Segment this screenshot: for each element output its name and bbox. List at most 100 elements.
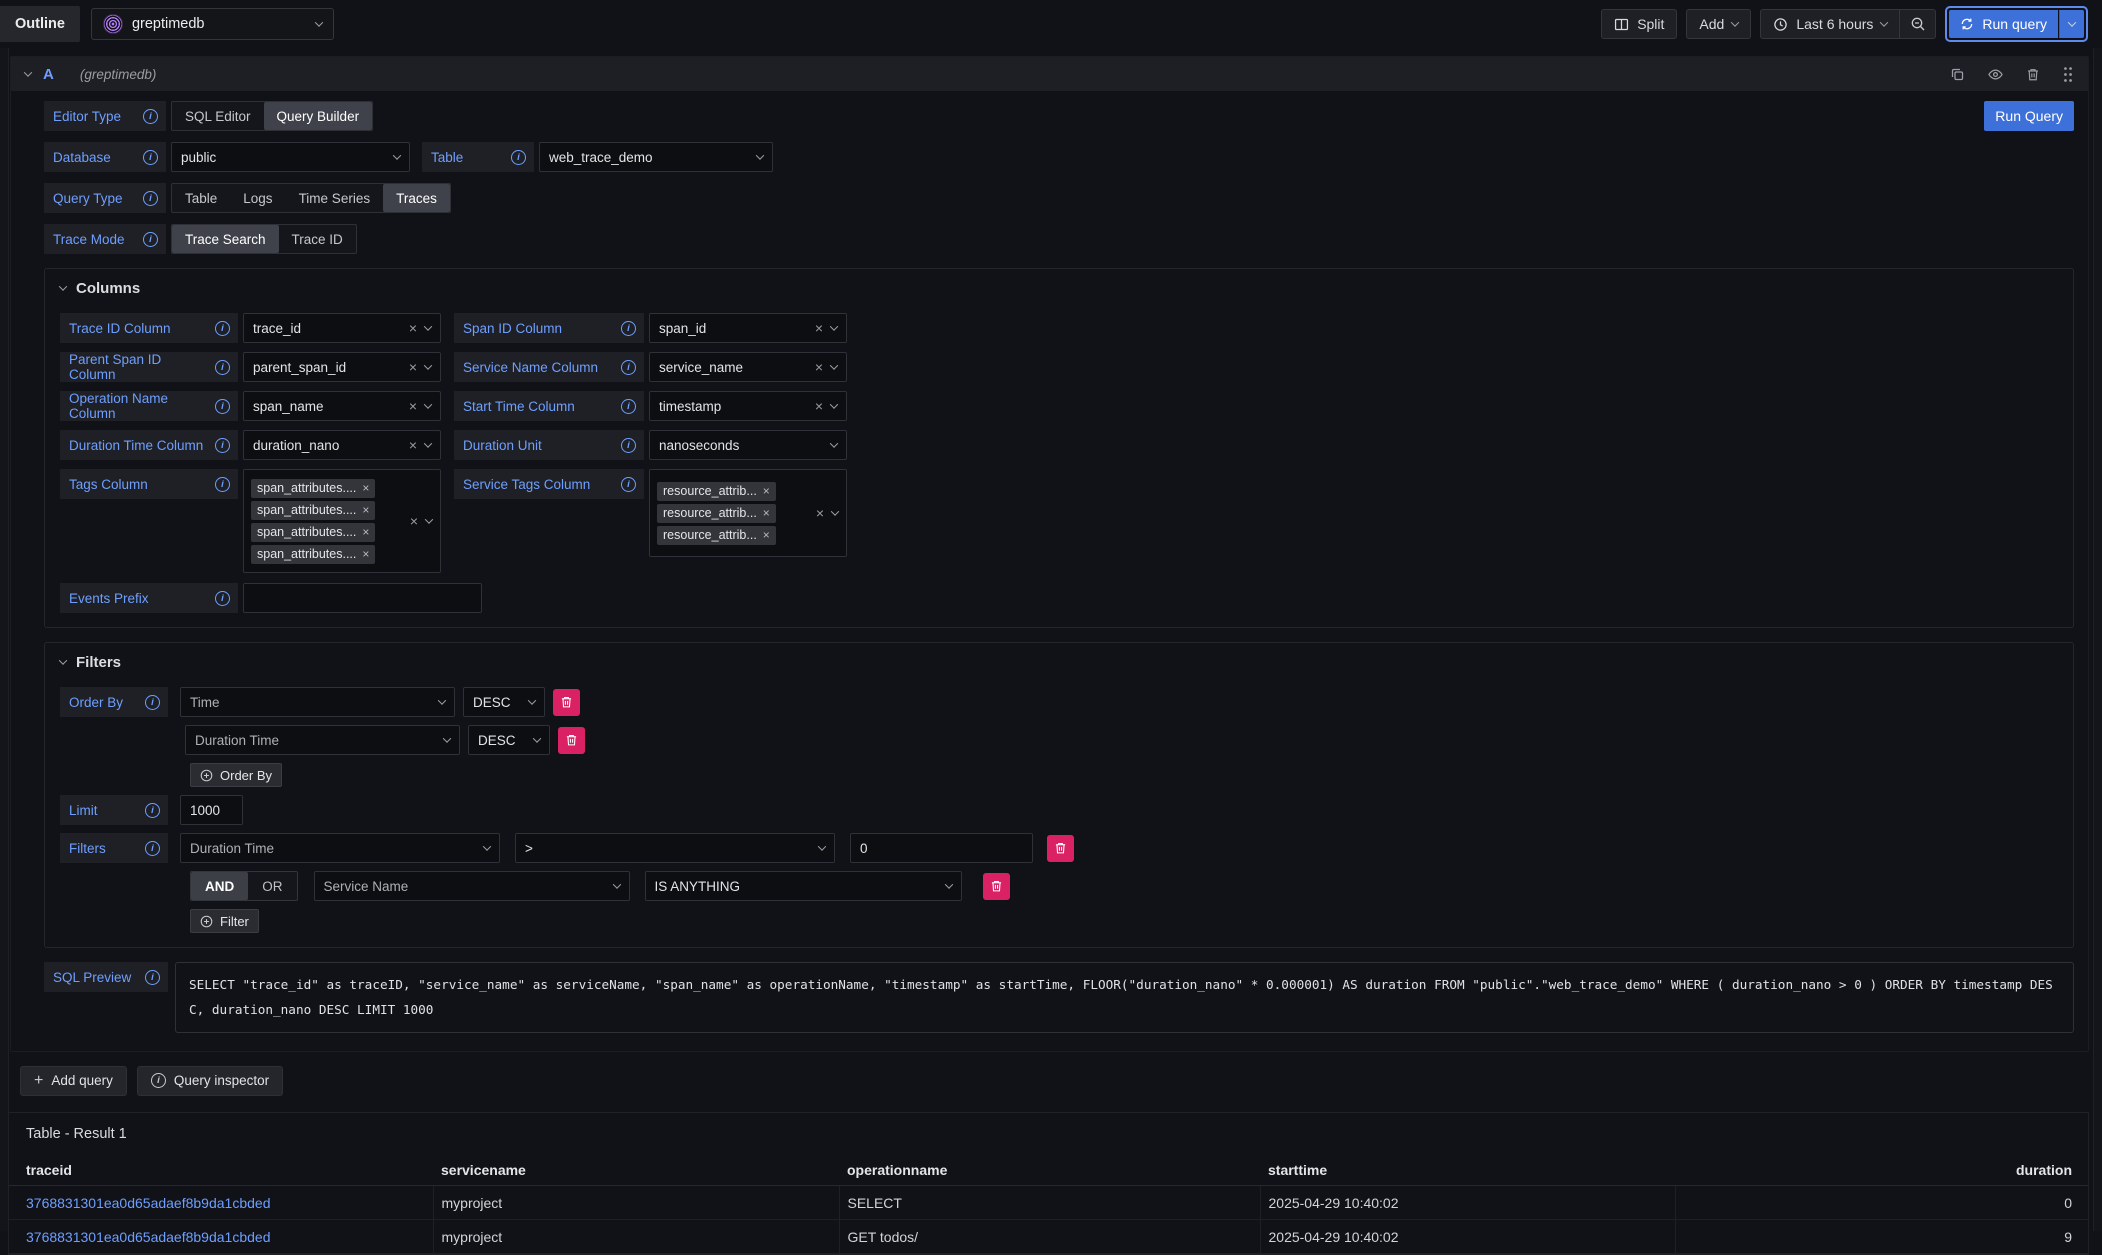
- info-icon[interactable]: i: [145, 841, 160, 856]
- info-icon[interactable]: i: [621, 438, 636, 453]
- info-icon[interactable]: i: [215, 477, 230, 492]
- zoom-out-time-button[interactable]: [1899, 10, 1935, 38]
- filter-operator-select[interactable]: >: [515, 833, 835, 863]
- info-icon[interactable]: i: [215, 360, 230, 375]
- info-icon[interactable]: i: [215, 438, 230, 453]
- info-icon[interactable]: i: [511, 150, 526, 165]
- connector-or[interactable]: OR: [248, 872, 296, 900]
- tab-time-series[interactable]: Time Series: [286, 184, 384, 212]
- table-select[interactable]: web_trace_demo: [539, 142, 773, 172]
- column-header-starttime[interactable]: starttime: [1260, 1154, 1675, 1186]
- run-query-panel-button[interactable]: Run Query: [1984, 101, 2074, 131]
- info-icon[interactable]: i: [143, 150, 158, 165]
- info-icon[interactable]: i: [215, 399, 230, 414]
- tab-table[interactable]: Table: [172, 184, 230, 212]
- remove-icon[interactable]: ×: [362, 526, 369, 538]
- tags-column-multiselect[interactable]: span_attributes....× span_attributes....…: [243, 469, 441, 573]
- tab-query-builder[interactable]: Query Builder: [264, 102, 373, 130]
- trace-id-column-select[interactable]: trace_id ×: [243, 313, 441, 343]
- clear-icon[interactable]: ×: [815, 321, 823, 335]
- filter-value-input[interactable]: [850, 833, 1033, 863]
- columns-section-toggle[interactable]: Columns: [60, 277, 2057, 299]
- span-id-column-select[interactable]: span_id ×: [649, 313, 847, 343]
- service-name-column-select[interactable]: service_name ×: [649, 352, 847, 382]
- clear-all-icon[interactable]: ×: [410, 514, 418, 528]
- remove-icon[interactable]: ×: [362, 548, 369, 560]
- clear-icon[interactable]: ×: [409, 321, 417, 335]
- start-time-column-select[interactable]: timestamp ×: [649, 391, 847, 421]
- filter-operator-select[interactable]: IS ANYTHING: [645, 871, 962, 901]
- split-button[interactable]: Split: [1601, 9, 1677, 39]
- info-icon[interactable]: i: [143, 191, 158, 206]
- datasource-picker[interactable]: greptimedb: [91, 8, 334, 40]
- order-by-field-select[interactable]: Duration Time: [185, 725, 460, 755]
- column-header-servicename[interactable]: servicename: [433, 1154, 839, 1186]
- filter-field-select[interactable]: Service Name: [314, 871, 630, 901]
- filter-field-select[interactable]: Duration Time: [180, 833, 500, 863]
- add-button[interactable]: Add: [1686, 9, 1751, 39]
- info-icon[interactable]: i: [215, 591, 230, 606]
- clear-icon[interactable]: ×: [409, 438, 417, 452]
- service-tags-column-multiselect[interactable]: resource_attrib...× resource_attrib...× …: [649, 469, 847, 557]
- add-filter-button[interactable]: Filter: [190, 909, 259, 933]
- info-icon[interactable]: i: [143, 232, 158, 247]
- tab-trace-id[interactable]: Trace ID: [279, 225, 356, 253]
- clear-icon[interactable]: ×: [409, 399, 417, 413]
- add-query-button[interactable]: + Add query: [20, 1066, 127, 1096]
- remove-icon[interactable]: ×: [362, 504, 369, 516]
- collapse-chevron-icon[interactable]: [24, 68, 32, 76]
- column-header-duration[interactable]: duration: [1675, 1154, 2088, 1186]
- trace-id-link[interactable]: 3768831301ea0d65adaef8b9da1cbded: [26, 1229, 270, 1245]
- remove-icon[interactable]: ×: [763, 529, 770, 541]
- scrollbar-track[interactable]: [2093, 48, 2102, 1231]
- clear-all-icon[interactable]: ×: [816, 506, 824, 520]
- clear-icon[interactable]: ×: [815, 399, 823, 413]
- outline-panel-toggle[interactable]: Outline: [0, 6, 80, 42]
- connector-and[interactable]: AND: [191, 872, 248, 900]
- limit-input[interactable]: [180, 795, 243, 825]
- order-by-field-select[interactable]: Time: [180, 687, 455, 717]
- trace-id-link[interactable]: 3768831301ea0d65adaef8b9da1cbded: [26, 1195, 270, 1211]
- order-by-direction-select[interactable]: DESC: [468, 725, 550, 755]
- delete-filter-button[interactable]: [983, 873, 1010, 900]
- tab-trace-search[interactable]: Trace Search: [172, 225, 279, 253]
- remove-icon[interactable]: ×: [362, 482, 369, 494]
- toggle-visibility-icon[interactable]: [1987, 67, 2004, 82]
- remove-icon[interactable]: ×: [763, 485, 770, 497]
- tab-logs[interactable]: Logs: [230, 184, 285, 212]
- time-range-picker[interactable]: Last 6 hours: [1761, 10, 1899, 38]
- info-icon[interactable]: i: [621, 477, 636, 492]
- duration-unit-select[interactable]: nanoseconds: [649, 430, 847, 460]
- remove-icon[interactable]: ×: [763, 507, 770, 519]
- info-icon[interactable]: i: [143, 109, 158, 124]
- column-header-operationname[interactable]: operationname: [839, 1154, 1260, 1186]
- delete-query-icon[interactable]: [2026, 67, 2040, 82]
- query-inspector-button[interactable]: i Query inspector: [137, 1066, 283, 1096]
- run-query-options-button[interactable]: [2059, 10, 2084, 38]
- info-icon[interactable]: i: [621, 321, 636, 336]
- database-select[interactable]: public: [171, 142, 410, 172]
- filters-section-toggle[interactable]: Filters: [60, 651, 2057, 673]
- operation-name-column-select[interactable]: span_name ×: [243, 391, 441, 421]
- column-header-traceid[interactable]: traceid: [9, 1154, 433, 1186]
- tab-traces[interactable]: Traces: [383, 184, 450, 212]
- info-icon[interactable]: i: [145, 970, 160, 985]
- events-prefix-input[interactable]: [243, 583, 482, 613]
- drag-handle-icon[interactable]: [2062, 66, 2074, 83]
- info-icon[interactable]: i: [145, 803, 160, 818]
- order-by-direction-select[interactable]: DESC: [463, 687, 545, 717]
- duration-time-column-select[interactable]: duration_nano ×: [243, 430, 441, 460]
- duplicate-query-icon[interactable]: [1950, 67, 1965, 82]
- delete-order-by-button[interactable]: [558, 727, 585, 754]
- query-header[interactable]: A (greptimedb): [11, 57, 2088, 91]
- tab-sql-editor[interactable]: SQL Editor: [172, 102, 264, 130]
- info-icon[interactable]: i: [621, 399, 636, 414]
- run-query-button[interactable]: Run query: [1949, 10, 2058, 38]
- delete-filter-button[interactable]: [1047, 835, 1074, 862]
- info-icon[interactable]: i: [215, 321, 230, 336]
- delete-order-by-button[interactable]: [553, 689, 580, 716]
- parent-span-id-column-select[interactable]: parent_span_id ×: [243, 352, 441, 382]
- info-icon[interactable]: i: [145, 695, 160, 710]
- add-order-by-button[interactable]: Order By: [190, 763, 282, 787]
- clear-icon[interactable]: ×: [815, 360, 823, 374]
